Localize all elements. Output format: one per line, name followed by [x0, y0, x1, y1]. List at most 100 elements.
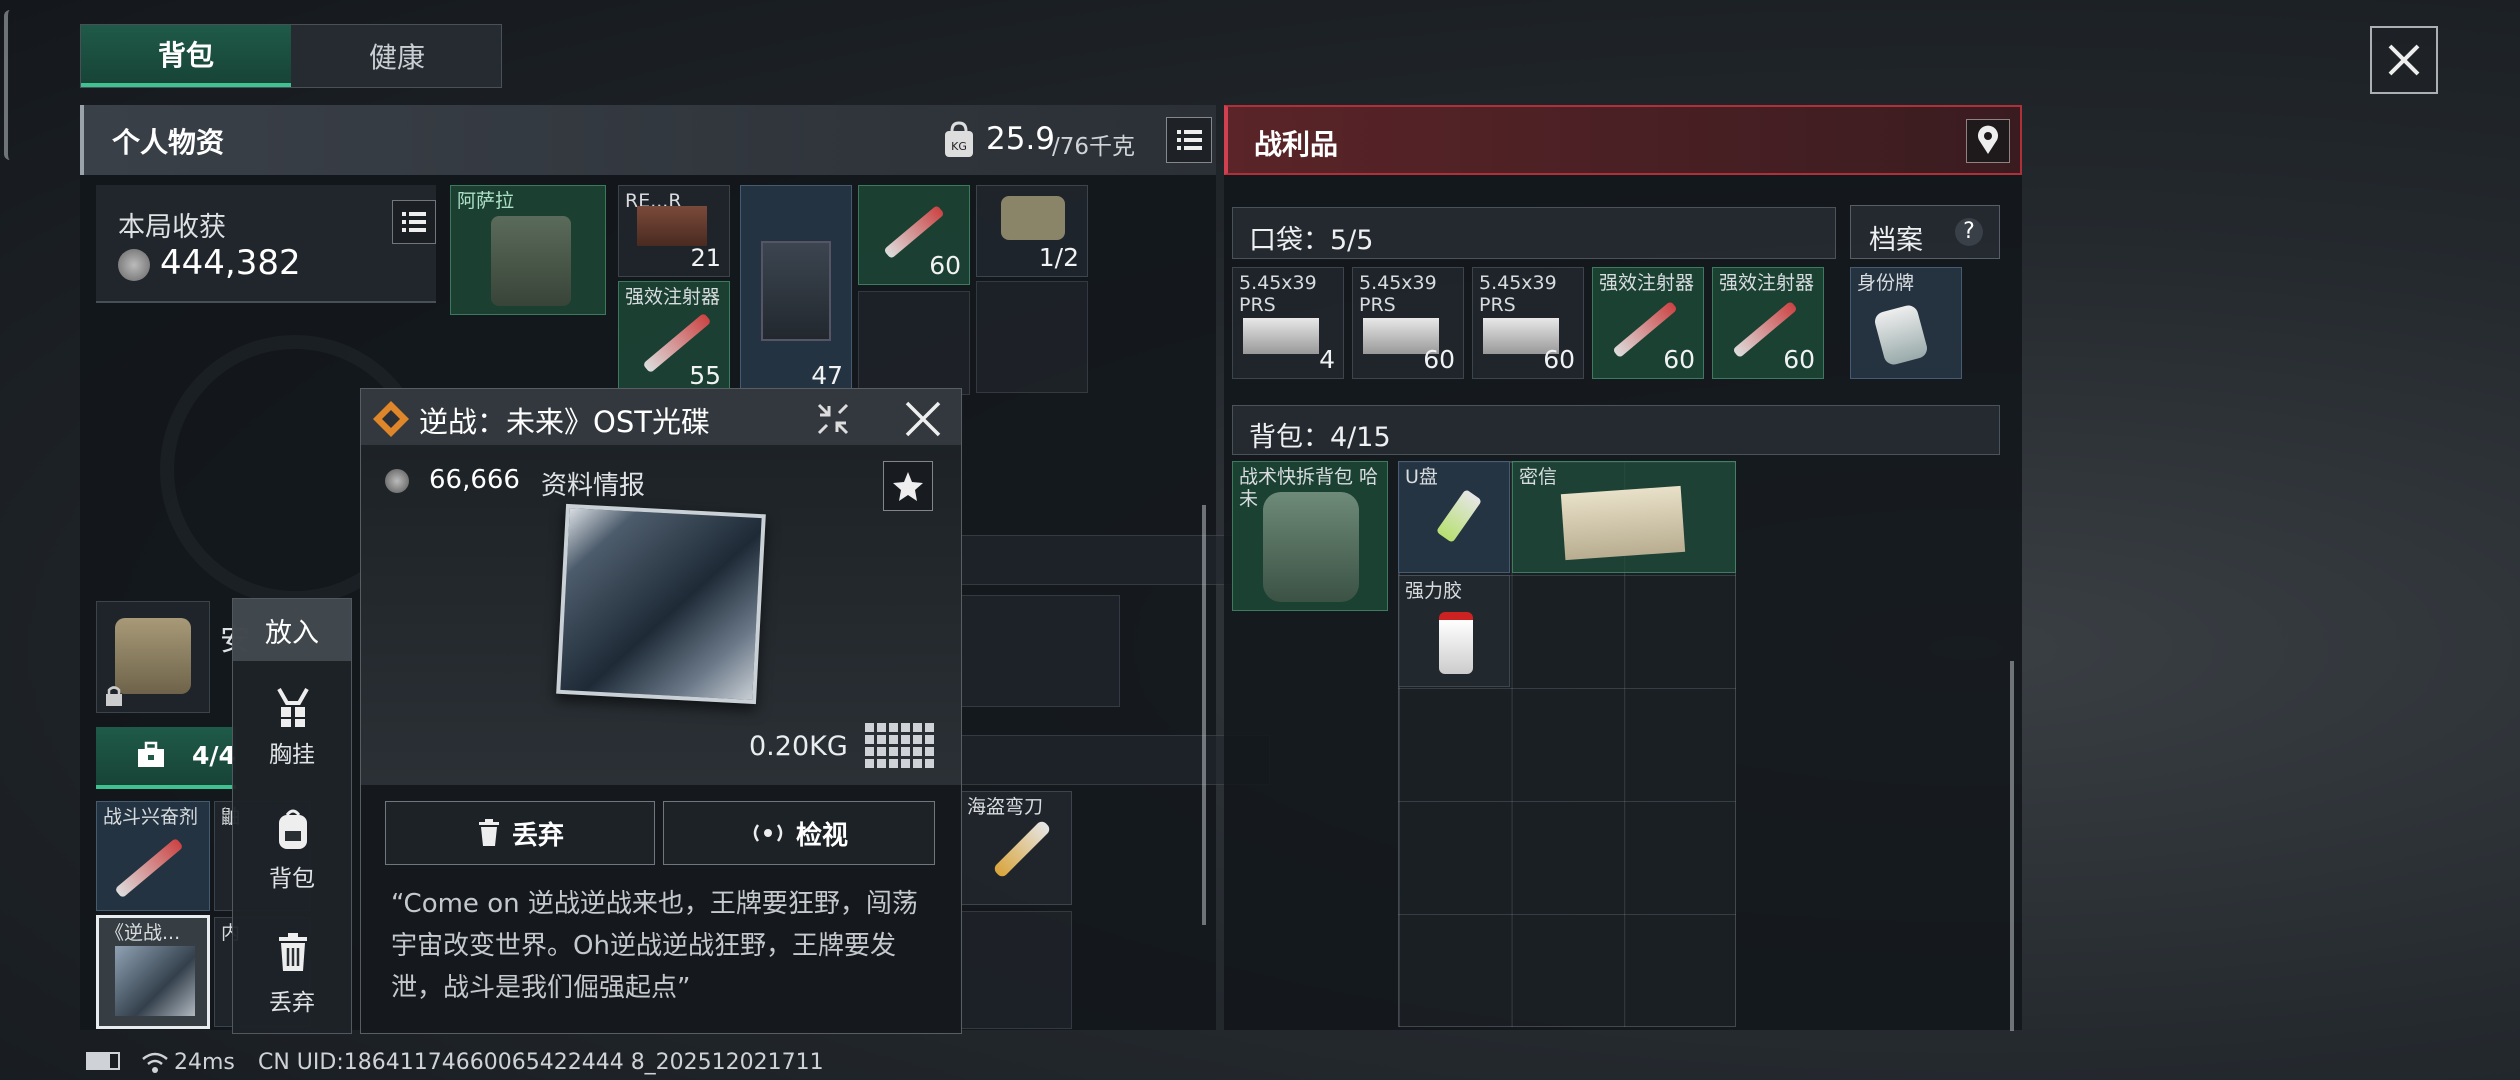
item-slot-pouch[interactable]: 1/2: [976, 185, 1088, 277]
usb-slot[interactable]: U盘: [1398, 461, 1510, 573]
pocket-item-ammo-2[interactable]: 5.45x39 PRS 60: [1352, 267, 1464, 379]
item-category: 资料情报: [541, 471, 646, 501]
pocket-item-injector-1[interactable]: 强效注射器 60: [1592, 267, 1704, 379]
toolbox-icon: [138, 741, 164, 767]
item-label: 身份牌: [1857, 272, 1915, 294]
earnings-label: 本局收获: [118, 212, 226, 243]
collapse-button[interactable]: [811, 397, 855, 441]
item-slot-injector[interactable]: 强效注射器 55: [618, 281, 730, 395]
lock-icon: [106, 686, 122, 706]
collapse-icon: [817, 403, 849, 435]
discard-label: 丢弃: [511, 820, 564, 851]
item-label: 强力胶: [1405, 580, 1463, 602]
slot-stim[interactable]: 战斗兴奋剂: [96, 801, 210, 911]
trash-icon: [279, 933, 307, 971]
secure-container-slot[interactable]: [96, 601, 210, 713]
glue-image: [1439, 612, 1473, 674]
battery-icon: [86, 1052, 120, 1070]
put-backpack-button[interactable]: 背包: [233, 803, 351, 913]
pocket-header: 口袋：5/5: [1232, 207, 1836, 259]
close-icon: [2388, 44, 2420, 76]
backpack-icon: [279, 809, 307, 849]
item-label: 阿萨拉: [457, 190, 515, 212]
list-icon: [1177, 130, 1202, 150]
item-slot-asala[interactable]: 阿萨拉: [450, 185, 606, 315]
empty-slot[interactable]: [976, 281, 1088, 393]
close-icon: [905, 401, 941, 437]
item-slot-injector-2[interactable]: 60: [858, 185, 970, 285]
weight-icon: KG: [942, 121, 976, 159]
backpack-image: [1263, 492, 1359, 602]
empty-slot[interactable]: [960, 595, 1120, 707]
pocket-item-injector-2[interactable]: 强效注射器 60: [1712, 267, 1824, 379]
list-view-button[interactable]: [1166, 117, 1212, 163]
help-icon: ?: [1955, 218, 1983, 246]
chest-rig-icon: [277, 688, 309, 727]
favorite-button[interactable]: [883, 461, 933, 511]
loot-title: 战利品: [1254, 128, 1339, 161]
menu-item-label: 胸挂: [269, 742, 315, 768]
tab-health[interactable]: 健康: [292, 25, 502, 87]
inspect-button[interactable]: 检视: [663, 801, 935, 865]
loot-panel: 战利品 口袋：5/5 档案 ? 5.45x39 PRS 4 5.45x39 PR…: [1224, 105, 2022, 1031]
item-label: 5.45x39 PRS: [1359, 272, 1437, 316]
secure-case-image: [115, 618, 191, 694]
tab-backpack[interactable]: 背包: [81, 25, 291, 87]
slot-knife[interactable]: 海盗弯刀: [960, 791, 1072, 905]
menu-item-label: 丢弃: [269, 990, 315, 1016]
coin-icon: [118, 249, 150, 281]
pocket-item-ammo-3[interactable]: 5.45x39 PRS 60: [1472, 267, 1584, 379]
knife-image: [992, 819, 1052, 879]
item-label: 强效注射器: [1719, 272, 1815, 294]
item-label: 密信: [1519, 466, 1558, 488]
item-count: 4: [1319, 345, 1335, 374]
item-label: 海盗弯刀: [967, 796, 1044, 818]
item-count: 60: [1783, 345, 1815, 374]
coin-icon: [385, 469, 409, 493]
empty-slot[interactable]: [960, 911, 1072, 1029]
item-slot-armor[interactable]: 47: [740, 185, 852, 395]
item-count: 55: [689, 361, 721, 390]
ping-value: 24ms: [174, 1050, 235, 1075]
scrollbar[interactable]: [2010, 661, 2014, 1031]
popup-title: 逆战：未来》OST光碟: [419, 405, 710, 439]
backpack-label: 背包：4/15: [1249, 422, 1391, 453]
glue-slot[interactable]: 强力胶: [1398, 575, 1510, 687]
panel-title: 个人物资: [112, 126, 225, 159]
item-detail-popup: 逆战：未来》OST光碟 66,666 资料情报 0.20KG 丢弃 检视 “Co…: [360, 388, 962, 1034]
discard-button[interactable]: 丢弃: [385, 801, 655, 865]
close-button[interactable]: [2370, 26, 2438, 94]
popup-close-button[interactable]: [901, 397, 945, 441]
item-description: “Come on 逆战逆战来也，王牌要狂野，闯荡宇宙改变世界。Oh逆战逆战狂野，…: [391, 889, 918, 1003]
game-logo-icon: [373, 401, 409, 437]
put-discard-button[interactable]: 丢弃: [233, 925, 351, 1035]
earnings-list-button[interactable]: [392, 200, 436, 244]
location-pin-icon: [1978, 125, 1998, 154]
item-label: 强效注射器: [1599, 272, 1695, 294]
dogtag-slot[interactable]: 身份牌: [1850, 267, 1962, 379]
pouch-image: [1001, 196, 1065, 240]
item-count: 60: [1423, 345, 1455, 374]
item-slot-ammo[interactable]: RE...R 21: [618, 185, 730, 277]
wifi-icon: [142, 1052, 168, 1073]
empty-slot[interactable]: [858, 291, 970, 395]
item-count: 21: [690, 244, 721, 272]
letter-slot[interactable]: 密信: [1512, 461, 1736, 573]
weight-max: /76千克: [1052, 134, 1136, 160]
scrollbar[interactable]: [1202, 505, 1206, 925]
letter-image: [1560, 485, 1686, 561]
item-count: 1/2: [1038, 243, 1079, 272]
location-button[interactable]: [1966, 119, 2010, 163]
tactical-backpack-slot[interactable]: 战术快拆背包 哈未: [1232, 461, 1388, 611]
earnings-value: 444,382: [160, 243, 301, 283]
armor-image: [761, 241, 831, 341]
slot-cd-selected[interactable]: 《逆战...: [96, 915, 210, 1029]
loot-header: 战利品: [1224, 105, 2022, 175]
loadout-count: 4/4: [192, 741, 236, 770]
put-chest-rig-button[interactable]: 胸挂: [233, 679, 351, 789]
archive-button[interactable]: 档案 ?: [1850, 205, 2000, 259]
pocket-item-ammo-1[interactable]: 5.45x39 PRS 4: [1232, 267, 1344, 379]
put-menu-title: 放入: [233, 599, 351, 661]
loadout-header: 4/4: [96, 727, 236, 789]
item-count: 47: [811, 361, 843, 390]
